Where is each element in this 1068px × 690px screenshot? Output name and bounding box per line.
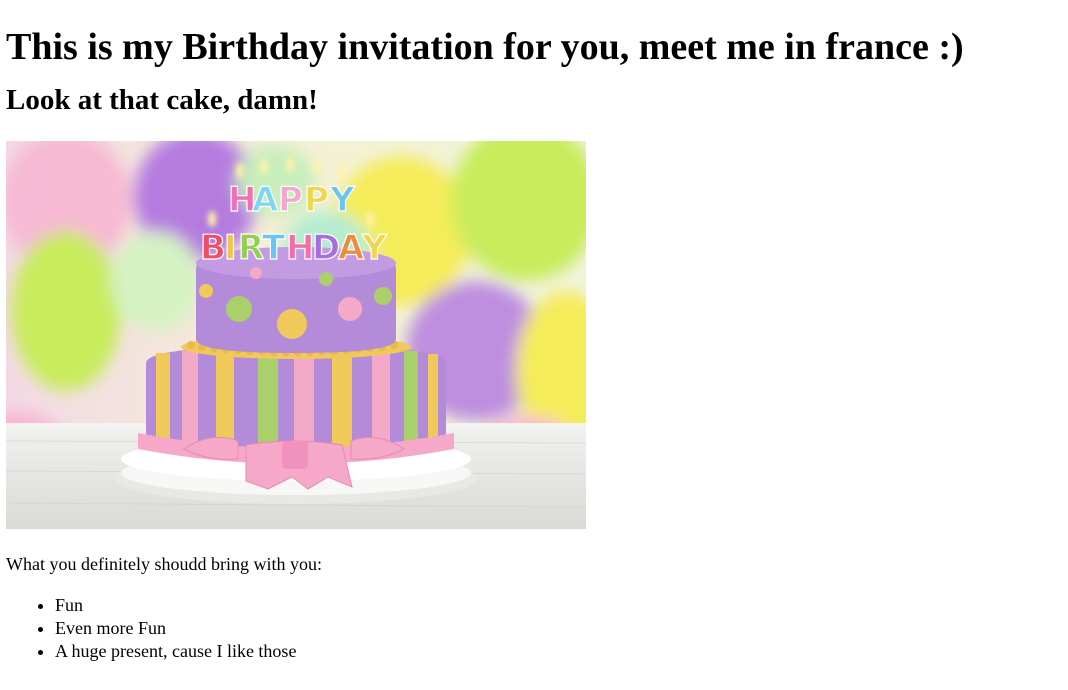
svg-text:D: D [312, 228, 340, 268]
svg-text:I: I [224, 228, 237, 268]
page-title: This is my Birthday invitation for you, … [6, 26, 964, 68]
list-item: Even more Fun [55, 617, 1066, 640]
svg-text:P: P [278, 180, 303, 220]
svg-text:T: T [262, 228, 286, 268]
svg-text:A: A [252, 180, 279, 220]
birthday-cake-image: H A P P Y B I R T H D A Y [6, 141, 586, 529]
svg-text:Y: Y [329, 180, 355, 220]
svg-text:A: A [338, 228, 365, 268]
bring-intro-text: What you definitely shoudd bring with yo… [6, 554, 322, 574]
bring-list: Fun Even more Fun A huge present, cause … [6, 594, 1066, 663]
page-subtitle: Look at that cake, damn! [6, 84, 318, 116]
svg-text:Y: Y [361, 228, 387, 268]
svg-text:H: H [286, 228, 314, 268]
list-item: Fun [55, 594, 1066, 617]
svg-text:P: P [304, 180, 329, 220]
svg-text:B: B [200, 228, 226, 268]
list-item: A huge present, cause I like those [55, 640, 1066, 663]
svg-text:R: R [238, 228, 264, 268]
page: This is my Birthday invitation for you, … [6, 0, 1066, 663]
